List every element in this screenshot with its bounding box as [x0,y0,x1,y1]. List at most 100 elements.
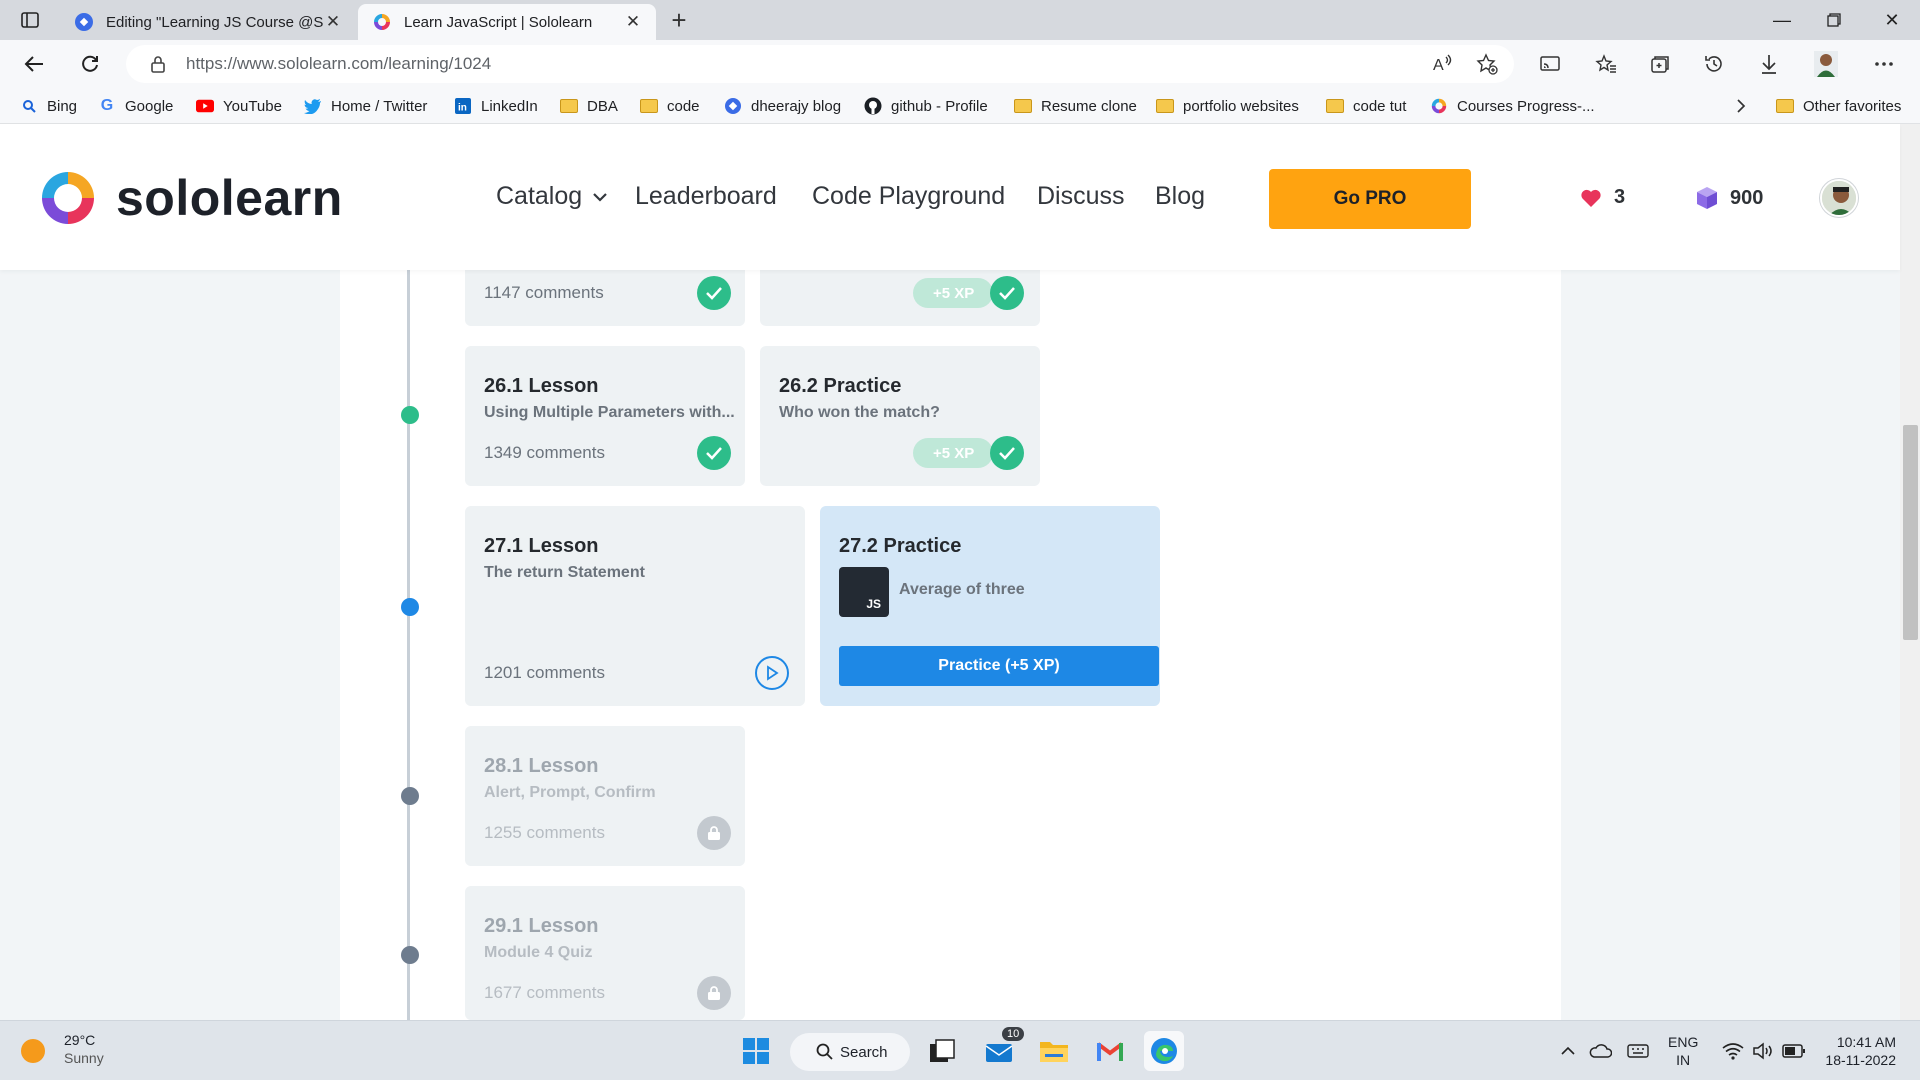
chevron-down-icon [593,192,607,202]
search-icon [816,1043,833,1060]
start-windows-icon[interactable] [736,1031,776,1071]
nav-leaderboard[interactable]: Leaderboard [635,182,777,211]
lesson-subtitle: Module 4 Quiz [484,944,593,961]
address-bar[interactable]: https://www.sololearn.com/learning/1024 … [126,45,1514,83]
tab-sololearn[interactable]: Learn JavaScript | Sololearn ✕ [358,4,656,40]
nav-discuss[interactable]: Discuss [1037,182,1125,211]
lesson-card-29-1[interactable]: 29.1 Lesson Module 4 Quiz 1677 comments [465,886,745,1020]
bookmark-google[interactable]: G Google [98,96,174,116]
refresh-icon[interactable] [74,48,106,80]
bookmark-label: Bing [47,97,78,115]
lesson-card-27-1[interactable]: 27.1 Lesson The return Statement 1201 co… [465,506,805,706]
edge-browser-icon[interactable] [1144,1031,1184,1071]
svg-text:A: A [1433,57,1444,74]
onedrive-cloud-icon[interactable] [1584,1031,1616,1071]
check-icon [990,276,1024,310]
tab-actions-icon[interactable] [14,8,46,32]
wifi-icon[interactable] [1718,1031,1748,1071]
bookmark-folder-portfolio[interactable]: portfolio websites [1156,96,1299,116]
bookmark-folder-code[interactable]: code [640,96,700,116]
user-avatar[interactable] [1820,179,1858,217]
new-tab-button[interactable]: + [664,6,694,36]
bookmark-twitter[interactable]: Home / Twitter [304,96,427,116]
close-tab-icon[interactable]: ✕ [324,12,342,32]
bookmark-youtube[interactable]: YouTube [196,96,282,116]
tab-editing[interactable]: Editing "Learning JS Course @Sc ✕ [60,4,356,40]
bookmark-bing[interactable]: Bing [20,96,77,116]
clock[interactable]: 10:41 AM 18-11-2022 [1820,1033,1896,1069]
scrollbar-thumb[interactable] [1903,425,1918,640]
volume-icon[interactable] [1748,1031,1778,1071]
lesson-comments: 1677 comments [484,983,605,1002]
hearts-counter[interactable]: 3 [1580,186,1625,209]
lock-icon [151,56,165,73]
bookmark-other-favorites[interactable]: Other favorites [1776,96,1901,116]
practice-card-26-2[interactable]: 26.2 Practice Who won the match? +5 XP [760,346,1040,486]
check-icon [697,436,731,470]
tab-title: Learn JavaScript | Sololearn [404,13,593,31]
weather-widget[interactable]: 29°C Sunny [64,1031,104,1067]
taskbar-search[interactable]: Search [790,1033,910,1071]
bookmark-folder-code-tut[interactable]: code tut [1326,96,1406,116]
nav-code-playground[interactable]: Code Playground [812,182,1005,211]
bookmark-folder-dba[interactable]: DBA [560,96,618,116]
hearts-count: 3 [1614,186,1626,208]
downloads-icon[interactable] [1753,48,1785,80]
read-aloud-icon[interactable]: A [1428,49,1458,79]
restore-icon[interactable] [1806,0,1862,40]
practice-card-27-2[interactable]: 27.2 Practice JS Average of three Practi… [820,506,1160,706]
svg-text:in: in [458,103,467,114]
lesson-comments[interactable]: 1147 comments [484,283,604,303]
url-path: /learning/1024 [383,54,492,73]
task-view-icon[interactable] [922,1031,962,1071]
folder-icon [1776,97,1794,115]
url-host: https://www.sololearn.com [186,54,384,73]
bookmark-linkedin[interactable]: in LinkedIn [454,96,538,116]
gmail-icon[interactable] [1090,1031,1130,1071]
sololearn-favicon-icon [374,14,390,30]
more-menu-icon[interactable] [1868,48,1900,80]
timeline-dot-current [401,598,419,616]
mail-badge: 10 [1002,1027,1025,1041]
close-window-icon[interactable]: ✕ [1864,0,1920,40]
battery-icon[interactable] [1778,1031,1810,1071]
go-pro-button[interactable]: Go PRO [1269,169,1471,229]
file-explorer-icon[interactable] [1034,1031,1074,1071]
xp-label: +5 XP [933,444,975,462]
add-favorite-icon[interactable] [1472,49,1502,79]
lesson-card-28-1[interactable]: 28.1 Lesson Alert, Prompt, Confirm 1255 … [465,726,745,866]
close-tab-icon[interactable]: ✕ [624,12,642,32]
lesson-comments[interactable]: 1349 comments [484,443,605,463]
bookmark-folder-resume[interactable]: Resume clone [1014,96,1137,116]
sololearn-logo[interactable]: sololearn [38,168,343,228]
bookmark-label: Resume clone [1041,97,1137,115]
profile-avatar-icon[interactable] [1810,48,1842,80]
minimize-icon[interactable]: — [1754,0,1810,40]
history-icon[interactable] [1698,48,1730,80]
timeline-line [407,270,410,1020]
collections-icon[interactable] [1644,48,1676,80]
language-indicator[interactable]: ENG IN [1668,1033,1698,1069]
mail-icon[interactable]: 10 [980,1027,1025,1071]
more-bookmarks-chevron-icon[interactable] [1736,96,1746,116]
bookmark-github[interactable]: github - Profile [864,96,988,116]
lesson-card-26-1[interactable]: 26.1 Lesson Using Multiple Parameters wi… [465,346,745,486]
bookmark-courses-progress[interactable]: Courses Progress-... [1430,96,1595,116]
favorites-icon[interactable] [1590,48,1622,80]
back-icon[interactable] [18,48,50,80]
bookmark-dheerajy-blog[interactable]: dheerajy blog [724,96,841,116]
tab-favicon-icon [75,13,93,31]
nav-catalog[interactable]: Catalog [496,182,608,211]
play-icon[interactable] [755,656,789,690]
practice-button[interactable]: Practice (+5 XP) [839,646,1159,686]
folder-icon [1326,97,1344,115]
nav-blog[interactable]: Blog [1155,182,1205,211]
bookmark-label: Other favorites [1803,97,1902,115]
keyboard-icon[interactable] [1622,1031,1654,1071]
lesson-comments[interactable]: 1201 comments [484,663,605,683]
cast-icon[interactable] [1534,48,1566,80]
bits-counter[interactable]: 900 [1696,186,1763,210]
lesson-title: 27.1 Lesson [484,535,599,557]
tray-overflow-chevron-icon[interactable] [1556,1031,1580,1071]
weather-sun-icon[interactable] [18,1031,48,1071]
